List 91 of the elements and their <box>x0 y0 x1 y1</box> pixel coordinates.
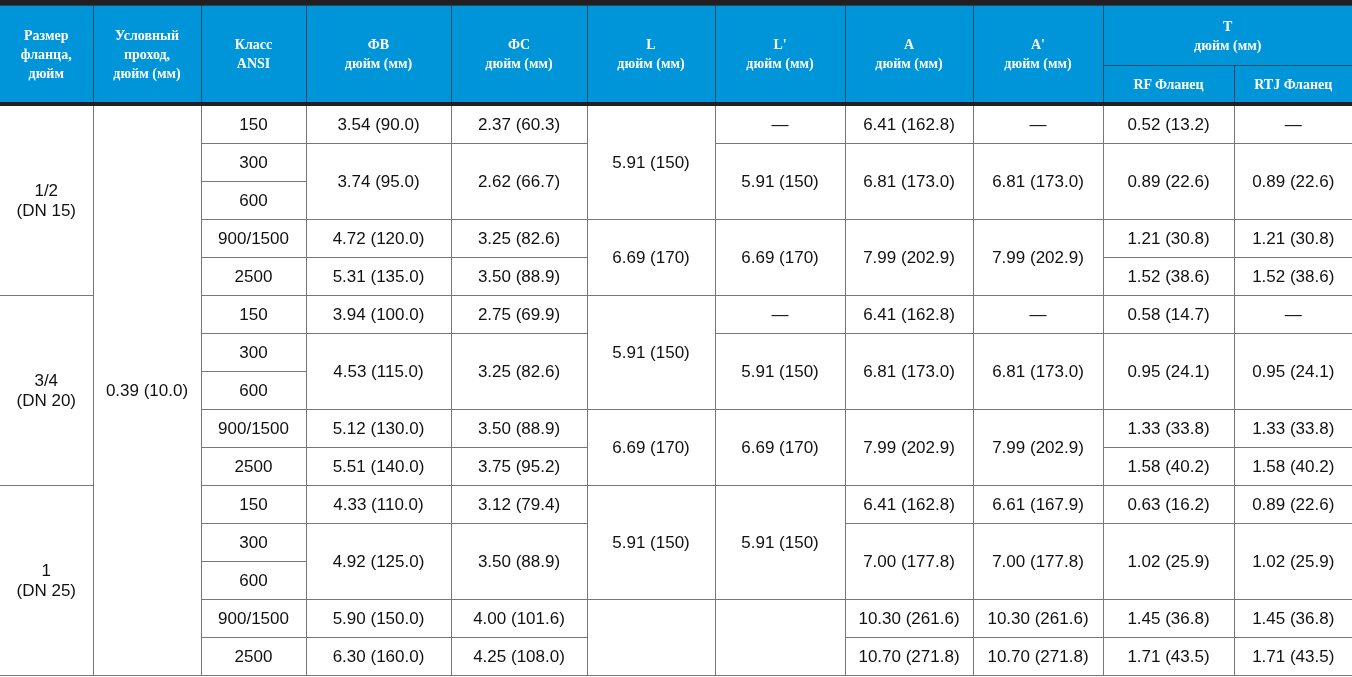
column-header: L' дюйм (мм) <box>715 5 845 104</box>
table-cell: 5.31 (135.0) <box>306 257 451 296</box>
table-cell: 6.69 (170) <box>715 409 845 486</box>
table-cell: 0.89 (22.6) <box>1103 143 1234 220</box>
table-cell: 1.71 (43.5) <box>1103 637 1234 676</box>
table-cell: 600 <box>201 181 306 220</box>
table-cell: 10.70 (271.8) <box>845 637 973 676</box>
table-cell: 5.91 (150) <box>715 485 845 600</box>
table-cell: 1.21 (30.8) <box>1103 219 1234 258</box>
table-cell: 7.99 (202.9) <box>973 409 1103 486</box>
table-cell: 900/1500 <box>201 219 306 258</box>
table-cell: 300 <box>201 143 306 182</box>
table-cell: 4.92 (125.0) <box>306 523 451 600</box>
table-cell: 3.74 (95.0) <box>306 143 451 220</box>
table-cell: 1/2 (DN 15) <box>0 104 93 296</box>
table-cell: 150 <box>201 295 306 334</box>
table-cell: 300 <box>201 333 306 372</box>
column-header: ФВ дюйм (мм) <box>306 5 451 104</box>
table-cell: 600 <box>201 561 306 600</box>
column-header: Условный проход, дюйм (мм) <box>93 5 201 104</box>
table-cell: 7.99 (202.9) <box>845 409 973 486</box>
table-cell: 7.00 (177.8) <box>973 523 1103 600</box>
table-cell: 6.41 (162.8) <box>845 104 973 144</box>
column-header: RF Фланец <box>1103 65 1234 104</box>
table-cell: 5.51 (140.0) <box>306 447 451 486</box>
table-cell: 6.69 (170) <box>715 219 845 296</box>
table-cell: 5.91 (150) <box>587 104 715 220</box>
table-cell: 0.63 (16.2) <box>1103 485 1234 524</box>
table-cell: 5.91 (150) <box>715 333 845 410</box>
table-cell: 0.95 (24.1) <box>1103 333 1234 410</box>
table-cell: 3.25 (82.6) <box>451 219 587 258</box>
column-header: A' дюйм (мм) <box>973 5 1103 104</box>
column-header: Размер фланца, дюйм <box>0 5 93 104</box>
table-cell: 3.94 (100.0) <box>306 295 451 334</box>
table-cell: 10.30 (261.6) <box>973 599 1103 638</box>
table-cell: 6.69 (170) <box>587 409 715 486</box>
table-cell: 6.30 (160.0) <box>306 637 451 676</box>
table-cell: 6.81 (173.0) <box>973 333 1103 410</box>
column-header: ФС дюйм (мм) <box>451 5 587 104</box>
table-cell: 5.12 (130.0) <box>306 409 451 448</box>
table-cell: 1.02 (25.9) <box>1103 523 1234 600</box>
table-cell: 7.99 (202.9) <box>973 219 1103 296</box>
column-header: A дюйм (мм) <box>845 5 973 104</box>
table-cell: 2500 <box>201 257 306 296</box>
table-cell: 6.41 (162.8) <box>845 295 973 334</box>
table-cell: — <box>715 295 845 334</box>
column-header: Класс ANSI <box>201 5 306 104</box>
table-cell: 0.39 (10.0) <box>93 104 201 676</box>
table-cell: 6.69 (170) <box>587 219 715 296</box>
table-cell: 5.90 (150.0) <box>306 599 451 638</box>
table-cell: 10.70 (271.8) <box>973 637 1103 676</box>
table-cell: 150 <box>201 485 306 524</box>
column-header: RTJ Фланец <box>1234 65 1352 104</box>
table-cell: 7.00 (177.8) <box>845 523 973 600</box>
table-cell: 150 <box>201 104 306 144</box>
table-cell: 2500 <box>201 447 306 486</box>
table-cell: — <box>715 104 845 144</box>
table-cell: 1.58 (40.2) <box>1103 447 1234 486</box>
table-cell: 900/1500 <box>201 409 306 448</box>
table-cell: 4.72 (120.0) <box>306 219 451 258</box>
column-header: L дюйм (мм) <box>587 5 715 104</box>
table-cell: 4.33 (110.0) <box>306 485 451 524</box>
table-cell: 600 <box>201 371 306 410</box>
table-cell: 2.75 (69.9) <box>451 295 587 334</box>
table-cell: 3.54 (90.0) <box>306 104 451 144</box>
table-cell: 2.37 (60.3) <box>451 104 587 144</box>
table-cell: 6.61 (167.9) <box>973 485 1103 524</box>
table-cell: 6.81 (173.0) <box>845 333 973 410</box>
table-cell: 5.91 (150) <box>715 143 845 220</box>
table-cell: 3.12 (79.4) <box>451 485 587 524</box>
table-cell: 1.45 (36.8) <box>1103 599 1234 638</box>
table-cell: 4.53 (115.0) <box>306 333 451 410</box>
table-cell: 6.41 (162.8) <box>845 485 973 524</box>
table-cell: 900/1500 <box>201 599 306 638</box>
table-cell: 3.50 (88.9) <box>451 409 587 448</box>
table-cell: — <box>973 295 1103 334</box>
table-cell: 6.81 (173.0) <box>845 143 973 220</box>
table-cell: 1.52 (38.6) <box>1103 257 1234 296</box>
column-header: T дюйм (мм) <box>1103 5 1352 66</box>
table-cell: 7.99 (202.9) <box>845 219 973 296</box>
table-cell: — <box>973 104 1103 144</box>
table-cell: 4.00 (101.6) <box>451 599 587 638</box>
table-cell: 10.30 (261.6) <box>845 599 973 638</box>
table-cell: 0.52 (13.2) <box>1103 104 1234 144</box>
table-cell: 0.58 (14.7) <box>1103 295 1234 334</box>
table-cell: 5.91 (150) <box>587 295 715 410</box>
table-cell: 2500 <box>201 637 306 676</box>
table-cell: 5.91 (150) <box>587 485 715 600</box>
table-cell: 300 <box>201 523 306 562</box>
table-cell: 1.33 (33.8) <box>1103 409 1234 448</box>
table-cell: 6.81 (173.0) <box>973 143 1103 220</box>
